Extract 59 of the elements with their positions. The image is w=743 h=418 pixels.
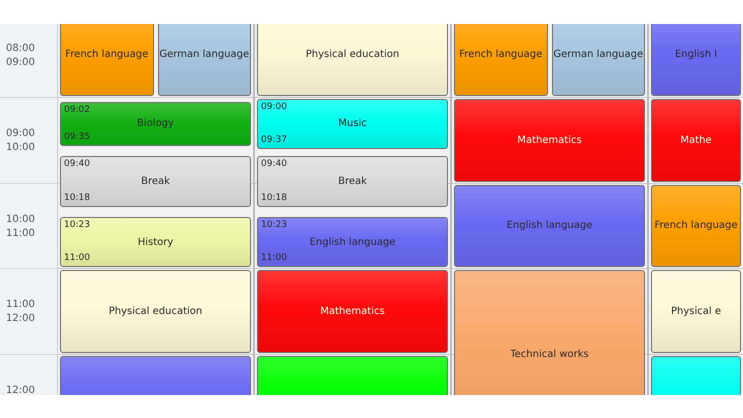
lesson-block[interactable]: 10:23 English language 11:00 (257, 217, 448, 267)
lesson-block[interactable]: Mathe (651, 99, 741, 182)
lesson-title: German language (159, 49, 250, 60)
lesson-block[interactable]: 09:40 Break 10:18 (257, 156, 448, 208)
lesson-title: French language (459, 49, 542, 60)
lesson-block[interactable]: Technical works (454, 270, 645, 395)
start-time: 10:23 (261, 220, 287, 232)
start-time: 10:00 (6, 212, 35, 226)
lesson-block[interactable]: 09:40 Break 10:18 (60, 156, 251, 208)
lesson-block[interactable]: 10:23 History 11:00 (60, 217, 251, 267)
lesson-title: Mathematics (517, 134, 582, 146)
end-time: 10:18 (261, 193, 287, 204)
lesson-title: Biology (137, 118, 174, 130)
start-time: 09:40 (261, 159, 287, 170)
lesson-block[interactable]: Physical education (257, 24, 448, 96)
end-time: 09:00 (6, 56, 35, 70)
start-time: 09:00 (6, 127, 35, 141)
lesson-title: Break (338, 176, 367, 188)
end-time: 11:00 (261, 252, 287, 264)
lesson-title: Physical education (108, 306, 202, 317)
lesson-title: Physical e (670, 306, 721, 317)
start-time: 09:00 (261, 102, 287, 113)
start-time: 12:00 (6, 384, 35, 395)
lesson-title: English l (674, 49, 718, 60)
lesson-title: French language (65, 49, 148, 60)
end-time: 09:35 (64, 132, 90, 143)
lesson-block[interactable]: German language (158, 24, 251, 96)
lesson-title: Technical works (510, 348, 589, 360)
lesson-block[interactable]: 09:00 Music 09:37 (257, 99, 448, 149)
lesson-title: Physical education (306, 49, 400, 60)
lesson-title: Music (338, 118, 367, 130)
start-time: 09:02 (64, 104, 90, 116)
lesson-title: Mathematics (320, 306, 385, 317)
start-time: 11:00 (6, 298, 35, 312)
lesson-title: French language (654, 220, 738, 232)
lesson-title: Mathe (680, 134, 712, 146)
lesson-block[interactable]: Mathematics (454, 99, 645, 182)
end-time: 12:00 (6, 312, 35, 326)
lesson-title: English language (506, 220, 592, 232)
end-time: 11:00 (6, 226, 35, 240)
end-time: 10:18 (64, 193, 90, 204)
lesson-block[interactable]: 09:02 Biology 09:35 (60, 102, 251, 146)
end-time: 09:37 (261, 134, 287, 146)
lesson-title: Break (141, 176, 170, 188)
lesson-block[interactable]: German language (552, 24, 645, 96)
lesson-block[interactable]: Mathematics (257, 270, 448, 352)
lesson-title: History (138, 236, 174, 248)
end-time: 11:00 (64, 252, 90, 264)
lesson-block[interactable]: French language (651, 184, 741, 267)
lesson-title: English language (310, 236, 396, 248)
start-time: 08:00 (6, 42, 35, 56)
end-time: 10:00 (6, 141, 35, 155)
lesson-block[interactable]: French language (60, 24, 154, 96)
lesson-block[interactable]: French language (454, 24, 548, 96)
lesson-block[interactable]: Physical education (60, 270, 251, 352)
start-time: 09:40 (64, 159, 90, 170)
lesson-title: German language (553, 49, 644, 60)
lesson-block[interactable]: Physical e (651, 270, 741, 352)
start-time: 10:23 (64, 220, 90, 232)
